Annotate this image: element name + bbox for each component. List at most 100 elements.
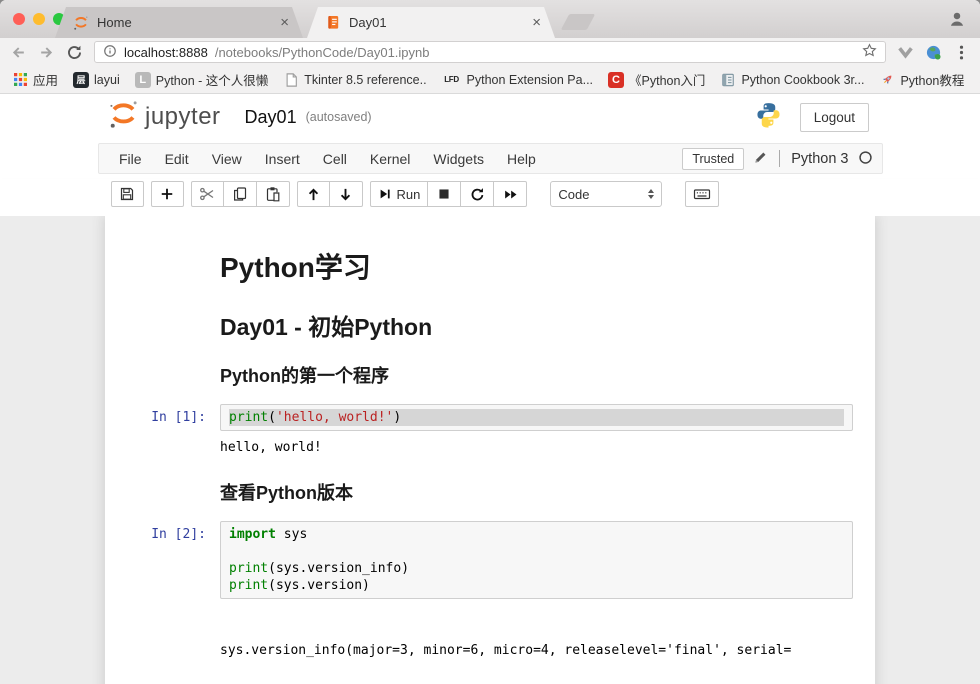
floppy-icon <box>119 186 135 202</box>
markdown-cell-title[interactable]: Python学习 Day01 - 初始Python Python的第一个程序 <box>105 246 875 388</box>
step-forward-icon <box>378 187 392 201</box>
menu-file[interactable]: File <box>108 151 154 167</box>
url-path: /notebooks/PythonCode/Day01.ipynb <box>215 45 430 60</box>
bookmark-python-blog[interactable]: L Python - 这个人很懒 <box>135 70 269 89</box>
move-cell-up-button[interactable] <box>297 181 330 207</box>
output-prompt <box>110 603 220 684</box>
code-input-1[interactable]: print('hello, world!') <box>220 404 853 431</box>
move-cell-down-button[interactable] <box>330 181 363 207</box>
copy-cell-button[interactable] <box>224 181 257 207</box>
page-icon <box>283 72 299 88</box>
menubar: File Edit View Insert Cell Kernel Widget… <box>98 143 883 174</box>
python-logo-icon <box>755 101 782 133</box>
run-cell-button[interactable]: Run <box>370 181 429 207</box>
checkpoint-status: (autosaved) <box>306 110 372 124</box>
jupyter-favicon-icon <box>73 15 89 31</box>
stop-icon <box>437 187 451 201</box>
profile-icon[interactable] <box>948 10 966 33</box>
paste-icon <box>265 186 281 202</box>
arrow-up-icon <box>306 187 321 202</box>
browser-tab-day01[interactable]: Day01 × <box>307 7 555 38</box>
trusted-button[interactable]: Trusted <box>682 148 744 170</box>
output-cell-2: sys.version_info(major=3, minor=6, micro… <box>105 601 875 684</box>
tab-close-icon[interactable]: × <box>280 15 289 30</box>
menu-view[interactable]: View <box>200 151 253 167</box>
bookmark-python-tutorial[interactable]: Python教程 <box>879 70 964 89</box>
plus-icon <box>160 187 174 201</box>
extension-v-icon[interactable] <box>897 44 914 61</box>
bookmark-label: Tkinter 8.5 reference.. <box>304 73 426 87</box>
code-cell-2[interactable]: In [2]: import sys print(sys.version_inf… <box>105 519 875 601</box>
browser-tab-home[interactable]: Home × <box>55 7 303 38</box>
paste-cell-button[interactable] <box>257 181 290 207</box>
extension-globe-icon[interactable] <box>925 44 942 61</box>
notebook-heading3a: Python的第一个程序 <box>220 362 850 388</box>
add-cell-button[interactable] <box>151 181 184 207</box>
arrow-down-icon <box>338 187 353 202</box>
notebook-title[interactable]: Day01 <box>245 107 297 128</box>
tab-close-icon[interactable]: × <box>532 15 541 30</box>
bookmarks-bar: 应用 层 layui L Python - 这个人很懒 Tkinter 8.5 … <box>0 66 980 94</box>
bookmark-label: Python Cookbook 3r... <box>741 73 864 87</box>
jupyter-logo-icon[interactable] <box>108 99 139 135</box>
minimize-window-button[interactable] <box>33 13 45 25</box>
bookmark-python-intro[interactable]: C 《Python入门 <box>608 70 705 89</box>
restart-run-all-button[interactable] <box>494 181 527 207</box>
rocket-icon <box>879 72 895 88</box>
interrupt-kernel-button[interactable] <box>428 181 461 207</box>
menu-insert[interactable]: Insert <box>253 151 311 167</box>
new-tab-button[interactable] <box>561 14 596 30</box>
menu-help[interactable]: Help <box>495 151 547 167</box>
notebook-scroll-area[interactable]: Python学习 Day01 - 初始Python Python的第一个程序 I… <box>0 216 980 684</box>
kernel-idle-icon <box>858 150 873 168</box>
edit-title-pencil-icon[interactable] <box>753 150 768 168</box>
code-cell-1[interactable]: In [1]: print('hello, world!') <box>105 402 875 433</box>
select-arrows-icon <box>648 189 654 199</box>
layui-icon: 层 <box>73 72 89 88</box>
back-icon[interactable] <box>10 44 27 61</box>
bookmark-apps[interactable]: 应用 <box>12 70 58 89</box>
logout-button[interactable]: Logout <box>800 103 869 132</box>
cut-cell-button[interactable] <box>191 181 224 207</box>
url-host: localhost:8888 <box>124 45 208 60</box>
notebook-toolbar: Run Code <box>0 179 980 216</box>
close-window-button[interactable] <box>13 13 25 25</box>
menu-edit[interactable]: Edit <box>153 151 200 167</box>
bookmark-label: 《Python入门 <box>629 70 705 89</box>
jupyter-logo-text[interactable]: jupyter <box>145 103 221 131</box>
bookmark-python-extensions[interactable]: LFD Python Extension Pa... <box>442 72 593 88</box>
menu-kernel[interactable]: Kernel <box>358 151 421 167</box>
restart-kernel-button[interactable] <box>461 181 494 207</box>
save-button[interactable] <box>111 181 144 207</box>
page-info-icon[interactable] <box>103 44 117 61</box>
input-prompt: In [1]: <box>110 404 220 431</box>
input-prompt: In [2]: <box>110 521 220 599</box>
output-text-1: hello, world! <box>220 435 853 457</box>
browser-window: Home × Day01 × localhos <box>0 0 980 684</box>
menu-cell[interactable]: Cell <box>311 151 358 167</box>
notebook-favicon-icon <box>325 15 341 31</box>
scissors-icon <box>199 186 215 202</box>
cell-type-select[interactable]: Code <box>550 181 662 207</box>
tab-strip: Home × Day01 × <box>0 0 980 38</box>
output-text-2: sys.version_info(major=3, minor=6, micro… <box>220 603 853 684</box>
bookmark-cookbook[interactable]: Python Cookbook 3r... <box>720 72 864 88</box>
address-bar[interactable]: localhost:8888/notebooks/PythonCode/Day0… <box>94 41 886 63</box>
book-icon <box>720 72 736 88</box>
bookmark-tkinter[interactable]: Tkinter 8.5 reference.. <box>283 72 426 88</box>
reload-icon[interactable] <box>66 44 83 61</box>
markdown-cell-section2[interactable]: 查看Python版本 <box>105 479 875 505</box>
bookmark-label: Python Extension Pa... <box>467 73 593 87</box>
browser-menu-icon[interactable] <box>953 44 970 61</box>
letter-l-icon: L <box>135 72 151 88</box>
code-input-2[interactable]: import sys print(sys.version_info) print… <box>220 521 853 599</box>
forward-icon[interactable] <box>38 44 55 61</box>
command-palette-button[interactable] <box>685 181 719 207</box>
tab-title: Home <box>97 15 280 30</box>
menubar-right: Trusted Python 3 <box>682 148 872 170</box>
bookmark-layui[interactable]: 层 layui <box>73 72 120 88</box>
jupyter-header: jupyter Day01 (autosaved) Logout <box>0 94 980 140</box>
bookmark-star-icon[interactable] <box>862 43 877 61</box>
menu-widgets[interactable]: Widgets <box>422 151 496 167</box>
notebook-heading3b: 查看Python版本 <box>220 479 850 505</box>
